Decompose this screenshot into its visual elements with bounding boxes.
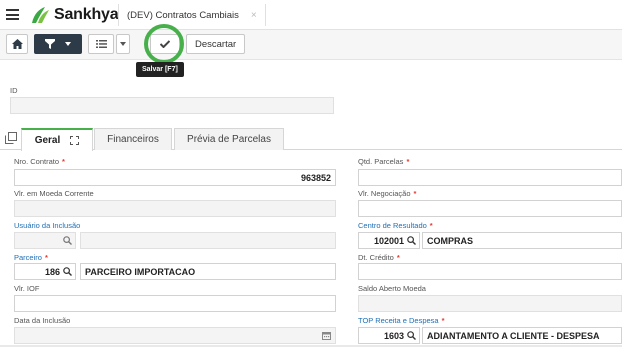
discard-button[interactable]: Descartar: [186, 34, 246, 54]
search-icon[interactable]: [407, 331, 416, 340]
vlr-moeda-corrente-label: Vlr. em Moeda Corrente: [14, 189, 94, 198]
id-label: ID: [10, 86, 18, 95]
nro-contrato-field[interactable]: 963852: [14, 169, 336, 186]
search-icon[interactable]: [63, 236, 72, 245]
save-highlight-ring: [144, 24, 184, 64]
chevron-down-icon: [120, 42, 126, 46]
usuario-inclusao-label[interactable]: Usuário da Inclusão: [14, 221, 80, 230]
filter-icon: [45, 39, 55, 49]
list-options-button[interactable]: [116, 34, 130, 54]
saldo-aberto-moeda-field: [358, 295, 622, 312]
qtd-parcelas-field[interactable]: [358, 169, 622, 186]
top-receita-despesa-code-field[interactable]: 1603: [358, 327, 420, 344]
close-tab-icon[interactable]: ×: [251, 10, 257, 21]
vlr-negociacao-field[interactable]: [358, 200, 622, 217]
tab-previa-parcelas[interactable]: Prévia de Parcelas: [174, 128, 284, 150]
dt-credito-field[interactable]: [358, 263, 622, 280]
calendar-icon[interactable]: [322, 331, 331, 340]
chevron-down-icon: [65, 42, 71, 46]
top-bar: Sankhya (DEV) Contratos Cambiais ×: [0, 0, 622, 30]
centro-resultado-name-field[interactable]: COMPRAS: [422, 232, 622, 249]
saldo-aberto-moeda-label: Saldo Aberto Moeda: [358, 284, 426, 293]
copy-icon[interactable]: [5, 132, 17, 144]
form-tabs: Geral Financeiros Prévia de Parcelas: [0, 126, 622, 151]
dt-credito-label: Dt. Crédito *: [358, 253, 400, 262]
parceiro-label[interactable]: Parceiro *: [14, 253, 48, 262]
vlr-negociacao-label: Vlr. Negociação *: [358, 189, 417, 198]
brand-name: Sankhya: [54, 6, 119, 23]
vlr-iof-field[interactable]: [14, 295, 336, 312]
usuario-inclusao-name-field: [80, 232, 336, 249]
list-icon: [95, 40, 107, 48]
document-tab-title: (DEV) Contratos Cambiais: [127, 9, 239, 21]
menu-icon[interactable]: [6, 9, 19, 20]
sankhya-logo-icon: [32, 7, 49, 23]
document-tab[interactable]: (DEV) Contratos Cambiais ×: [118, 4, 266, 26]
brand-logo[interactable]: Sankhya: [28, 4, 119, 26]
home-button[interactable]: [6, 34, 28, 54]
parceiro-code-field[interactable]: 186: [14, 263, 76, 280]
data-inclusao-field: [14, 327, 336, 344]
vlr-iof-label: Vlr. IOF: [14, 284, 40, 293]
top-receita-despesa-label[interactable]: TOP Receita e Despesa *: [358, 316, 445, 325]
centro-resultado-label[interactable]: Centro de Resultado *: [358, 221, 433, 230]
home-icon: [11, 39, 23, 49]
parceiro-name-field[interactable]: PARCEIRO IMPORTACAO: [80, 263, 336, 280]
search-icon[interactable]: [63, 267, 72, 276]
list-view-button[interactable]: [88, 34, 114, 54]
save-tooltip: Salvar [F7]: [136, 62, 184, 77]
filter-button[interactable]: [34, 34, 82, 54]
centro-resultado-code-field[interactable]: 102001: [358, 232, 420, 249]
tab-geral[interactable]: Geral: [21, 128, 93, 151]
tab-financeiros[interactable]: Financeiros: [94, 128, 172, 150]
qtd-parcelas-label: Qtd. Parcelas *: [358, 157, 410, 166]
tab-geral-label: Geral: [34, 135, 61, 146]
usuario-inclusao-code-field: [14, 232, 76, 249]
data-inclusao-label: Data da Inclusão: [14, 316, 71, 325]
vlr-moeda-corrente-field: [14, 200, 336, 217]
toolbar: Descartar: [0, 30, 622, 60]
top-receita-despesa-name-field[interactable]: ADIANTAMENTO A CLIENTE - DESPESA: [422, 327, 622, 344]
id-field: [10, 97, 334, 114]
search-icon[interactable]: [407, 236, 416, 245]
nro-contrato-label: Nro. Contrato *: [14, 157, 65, 166]
expand-icon[interactable]: [70, 136, 80, 145]
